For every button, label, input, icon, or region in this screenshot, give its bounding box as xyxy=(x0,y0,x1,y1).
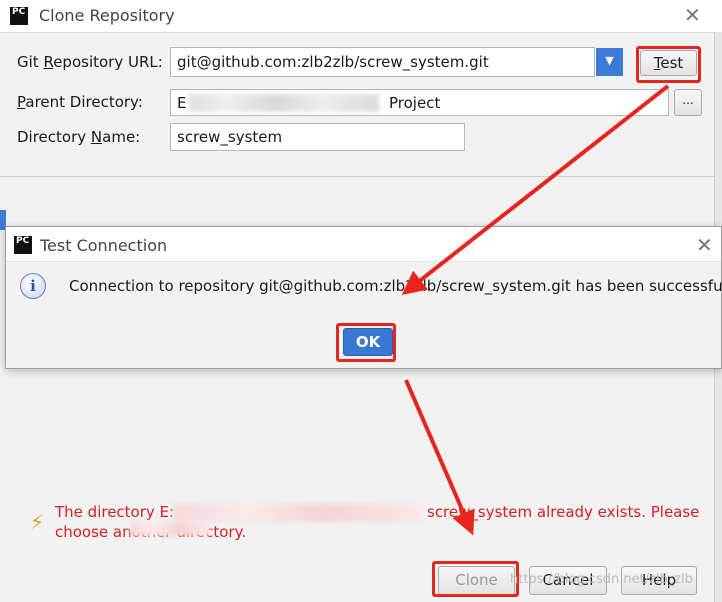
annotation-arrows xyxy=(401,84,670,536)
arrow-test-to-message xyxy=(401,84,670,295)
arrow-ok-to-clone xyxy=(404,379,475,536)
